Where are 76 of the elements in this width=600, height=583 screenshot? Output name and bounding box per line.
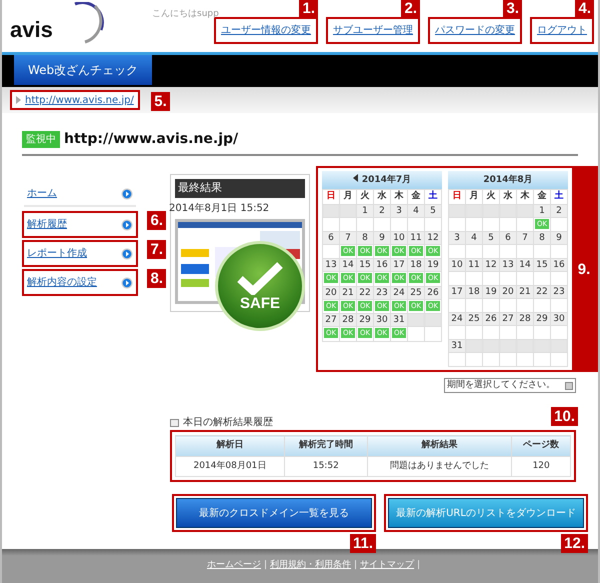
greeting-text: こんにちはsupp bbox=[152, 8, 219, 21]
callout-label: 12. bbox=[561, 534, 588, 553]
breadcrumb-link[interactable]: http://www.avis.ne.jp/ bbox=[25, 92, 134, 108]
action-button[interactable]: 最新のクロスドメイン一覧を見る bbox=[176, 498, 372, 528]
separator-text: | bbox=[417, 559, 420, 572]
callout-label: 3. bbox=[503, 0, 522, 18]
table-cell: 15:52 bbox=[284, 456, 368, 476]
history-title: 本日の解析結果履歴 bbox=[183, 416, 273, 430]
table-cell: 問題はありませんでした bbox=[367, 456, 512, 476]
header-link[interactable]: ログアウト bbox=[537, 25, 587, 36]
nav-tab[interactable]: Web改ざんチェック bbox=[14, 55, 152, 85]
prev-month-button[interactable] bbox=[352, 174, 358, 182]
calendar-day[interactable]: 3 bbox=[448, 232, 466, 244]
logo-text: avis bbox=[10, 17, 53, 43]
arrow-circle-icon bbox=[121, 248, 133, 260]
breadcrumb-arrow-icon bbox=[16, 96, 21, 104]
history-icon bbox=[170, 418, 179, 426]
weekday-label: 金 bbox=[408, 190, 424, 204]
period-select[interactable]: 期間を選択してください。 bbox=[444, 378, 576, 393]
callout-label: 10. bbox=[551, 407, 578, 426]
sidebar-item[interactable]: 解析履歴 bbox=[24, 213, 136, 236]
callout-label: 11. bbox=[350, 534, 376, 553]
check-icon bbox=[237, 260, 283, 294]
logo-swoosh-icon bbox=[72, 2, 105, 44]
calendar-day[interactable]: 13 bbox=[322, 258, 340, 272]
weekday-label: 木 bbox=[516, 190, 534, 204]
weekday-label: 月 bbox=[340, 190, 356, 204]
weekday-label: 日 bbox=[322, 190, 340, 204]
weekday-label: 火 bbox=[482, 190, 500, 204]
calendar-day[interactable]: 20 bbox=[322, 286, 340, 299]
weekday-label: 木 bbox=[390, 190, 408, 204]
weekday-label: 火 bbox=[356, 190, 374, 204]
table-cell: 120 bbox=[512, 456, 570, 476]
calendar-day[interactable]: 31 bbox=[448, 340, 466, 352]
header-link[interactable]: パスワードの変更 bbox=[435, 25, 515, 36]
callout-label: 6. bbox=[147, 211, 166, 230]
sidebar-item[interactable]: 解析内容の設定 bbox=[24, 271, 136, 294]
column-header: ページ数 bbox=[512, 436, 570, 456]
weekday-label: 日 bbox=[448, 190, 466, 204]
callout-label: 4. bbox=[575, 0, 594, 18]
arrow-circle-icon bbox=[121, 188, 133, 200]
site-url: http://www.avis.ne.jp/ bbox=[64, 130, 238, 149]
separator-text: | bbox=[264, 559, 268, 572]
calendar-day[interactable]: 24 bbox=[448, 312, 466, 326]
weekday-label: 月 bbox=[466, 190, 482, 204]
weekday-label: 土 bbox=[424, 190, 442, 204]
result-date: 2014年8月1日 15:52 bbox=[169, 202, 270, 216]
calendar-day[interactable]: 6 bbox=[322, 231, 340, 244]
column-header: 解析結果 bbox=[367, 436, 512, 456]
table-cell: 2014年08月01日 bbox=[176, 456, 284, 476]
callout-label: 2. bbox=[401, 0, 420, 18]
calendar-day[interactable]: 27 bbox=[322, 314, 340, 326]
column-header: 解析完了時間 bbox=[284, 436, 368, 456]
calendar-day[interactable]: 10 bbox=[448, 258, 466, 272]
callout-label: 7. bbox=[147, 240, 166, 259]
sidebar-item[interactable]: レポート作成 bbox=[24, 242, 136, 265]
separator-text: | bbox=[354, 559, 358, 572]
sidebar-item[interactable]: ホーム bbox=[24, 182, 136, 207]
result-title: 最終結果 bbox=[175, 179, 305, 198]
weekday-label: 水 bbox=[374, 190, 390, 204]
header-link[interactable]: サブユーザー管理 bbox=[333, 25, 413, 36]
weekday-label: 土 bbox=[550, 190, 568, 204]
calendar-title: 2014年7月 bbox=[362, 175, 412, 185]
arrow-circle-icon bbox=[121, 276, 133, 288]
weekday-label: 水 bbox=[500, 190, 516, 204]
arrow-circle-icon bbox=[121, 218, 133, 230]
status-badge: 監視中 bbox=[22, 131, 60, 148]
calendar-day[interactable]: 17 bbox=[448, 286, 466, 298]
column-header: 解析日 bbox=[176, 436, 284, 456]
callout-label: 1. bbox=[299, 0, 318, 18]
header-link[interactable]: ユーザー情報の変更 bbox=[221, 25, 311, 36]
weekday-label: 金 bbox=[534, 190, 550, 204]
safe-text: SAFE bbox=[240, 294, 280, 312]
calendar-title: 2014年8月 bbox=[483, 175, 533, 185]
callout-label: 8. bbox=[147, 269, 166, 288]
callout-label: 5. bbox=[151, 92, 170, 111]
